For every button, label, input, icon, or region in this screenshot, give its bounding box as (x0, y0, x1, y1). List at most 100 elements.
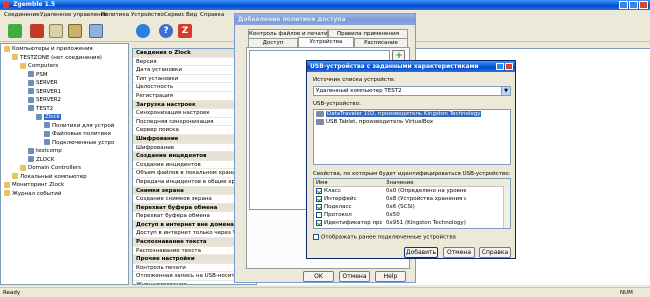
tree-item-label: Файловые политики (52, 131, 112, 137)
app-logo-icon (3, 1, 9, 8)
usb-help-button[interactable]: Справка (479, 247, 511, 258)
window-controls (618, 1, 648, 9)
property-grid-row[interactable]: Протокол 0x50 (314, 211, 510, 219)
policy-dialog-title[interactable]: Добавление политики доступа (235, 14, 415, 25)
menu-view[interactable]: Вид (186, 10, 197, 20)
status-bar: Ready NUM (0, 287, 650, 297)
property-grid-row[interactable]: Идентификатор продукта 0x1620 (DataTravel… (314, 227, 510, 228)
main-title-bar[interactable]: Zgemble 1.5 (0, 0, 650, 10)
paste-icon[interactable] (68, 24, 82, 38)
tree-item[interactable]: Журнал событий (1, 190, 128, 199)
usb-device-item[interactable]: DataTraveler 102, производитель Kingston… (314, 110, 510, 118)
computer-icon (36, 113, 42, 120)
property-checkbox[interactable] (316, 227, 322, 228)
help-icon[interactable] (496, 63, 504, 70)
tree-item[interactable]: Zlock (1, 113, 128, 122)
grid-value: 0x951 (Kingston Technology) (386, 220, 466, 226)
usb-device-label: DataTraveler 102, производитель Kingston… (326, 111, 482, 117)
minimize-icon[interactable] (619, 1, 628, 9)
property-grid-row[interactable]: Класс 0x0 (Определено на уровне интерф... (314, 187, 510, 195)
usb-device-list: DataTraveler 102, производитель Kingston… (313, 109, 511, 165)
close-icon[interactable] (639, 1, 648, 9)
property-checkbox[interactable] (316, 195, 322, 202)
tree-item[interactable]: Domain Controllers (1, 164, 128, 173)
grid-value: 0x50 (386, 212, 400, 218)
grid-name: Интерфейс (324, 196, 357, 202)
menu-connection[interactable]: Соединение (4, 10, 40, 20)
computer-icon (44, 139, 50, 145)
property-grid-row[interactable]: Идентификатор производителя 0x951 (Kingst… (314, 219, 510, 227)
remove-icon[interactable] (30, 24, 44, 38)
grid-header-name[interactable]: Имя (316, 179, 382, 186)
property-checkbox[interactable] (316, 203, 322, 210)
refresh-icon[interactable] (136, 24, 150, 38)
property-checkbox[interactable] (316, 211, 322, 218)
usb-dialog-title[interactable]: USB-устройства с заданными характеристик… (307, 61, 515, 72)
usb-device-icon (316, 119, 324, 125)
tree-item-label: Zlock (44, 114, 61, 120)
tree-item-label: Компьютеры и приложения (12, 46, 93, 52)
show-previous-check[interactable] (313, 234, 319, 240)
usb-dialog-controls (496, 63, 513, 70)
source-value: Удаленный компьютер TEST2 (316, 88, 402, 94)
property-grid-row[interactable]: Интерфейс 0x8 (Устройства хранения информ… (314, 195, 510, 203)
grid-scrollbar[interactable] (503, 186, 510, 228)
add-button[interactable]: Добавить (404, 247, 438, 258)
tree-item[interactable]: Компьютеры и приложения (1, 45, 128, 54)
copy-icon[interactable] (49, 24, 63, 38)
zlock-icon[interactable]: Z (178, 24, 192, 38)
tree-item[interactable]: Мониторинг Zlock (1, 181, 128, 190)
ok-button[interactable]: OK (303, 271, 334, 282)
computer-icon (28, 96, 34, 103)
menu-policy[interactable]: Политика (101, 10, 129, 20)
tree-item[interactable]: Локальный компьютер (1, 173, 128, 182)
tab-devices[interactable]: Устройства (298, 37, 354, 47)
properties-icon[interactable] (89, 24, 103, 38)
tree-item[interactable]: testcomp (1, 147, 128, 156)
menu-help[interactable]: Справка (200, 10, 224, 20)
tab-access[interactable]: Доступ (248, 38, 298, 47)
computer-icon (28, 156, 34, 162)
tree-item-label: SERVER1 (36, 88, 62, 95)
grid-value: 0x6 (SCSI) (386, 204, 415, 210)
computer-icon (44, 130, 50, 137)
source-select[interactable]: Удаленный компьютер TEST2 ▼ (313, 86, 511, 96)
devices-label: USB-устройство: (313, 101, 361, 107)
computer-icon (28, 71, 34, 77)
tab-schedule[interactable]: Расписание (354, 38, 408, 47)
property-checkbox[interactable] (316, 187, 322, 194)
plus-icon: + (395, 51, 403, 61)
cancel-button[interactable]: Отмена (339, 271, 370, 282)
tree-item[interactable]: ZLOCK (1, 156, 128, 165)
tree-item[interactable]: Computers (1, 62, 128, 71)
add-icon[interactable] (8, 24, 22, 38)
property-checkbox[interactable] (316, 219, 322, 226)
usb-device-item[interactable]: USB Tablet, производитель VirtualBox (314, 118, 510, 126)
folder-icon (20, 164, 26, 171)
tree-item[interactable]: Файловые политики (1, 130, 128, 139)
menu-remote[interactable]: Удаленное управление (40, 10, 108, 20)
tree-item[interactable]: TESTZONE (нет соединения) (1, 54, 128, 63)
help-button[interactable]: Help (375, 271, 406, 282)
close-icon[interactable] (505, 63, 513, 70)
grid-header-value[interactable]: Значение (386, 179, 466, 186)
help-icon[interactable]: ? (159, 24, 173, 38)
chevron-down-icon[interactable]: ▼ (501, 87, 510, 95)
grid-value: 0x8 (Устройства хранения информ... (386, 196, 466, 202)
tree-item[interactable]: SERVER1 (1, 88, 128, 97)
tree-item[interactable]: TEST2 (1, 105, 128, 114)
tree-item[interactable]: Подключенные устро (1, 139, 128, 148)
tree-item[interactable]: Политики для устрой (1, 122, 128, 131)
status-text: Ready (3, 290, 21, 296)
usb-device-label: USB Tablet, производитель VirtualBox (326, 119, 434, 125)
menu-service[interactable]: Сервис (164, 10, 185, 20)
show-previous-checkbox[interactable]: Отображать ранее подключенные устройства (313, 234, 456, 241)
tree-item[interactable]: SERVER2 (1, 96, 128, 105)
usb-cancel-button[interactable]: Отмена (443, 247, 475, 258)
tree-item[interactable]: PSM (1, 71, 128, 80)
maximize-icon[interactable] (629, 1, 638, 9)
property-grid-row[interactable]: Подкласс 0x6 (SCSI) (314, 203, 510, 211)
tree-item[interactable]: SERVER (1, 79, 128, 88)
menu-device[interactable]: Устройство (131, 10, 164, 20)
props-label: Свойства, по которым будет идентифициров… (313, 171, 511, 177)
